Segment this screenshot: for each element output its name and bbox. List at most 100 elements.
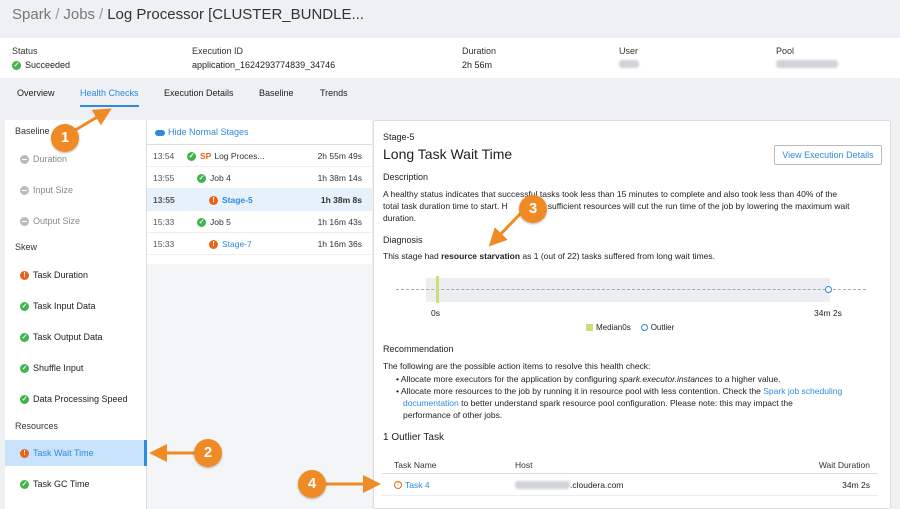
check-task-input-data[interactable]: ✓ Task Input Data	[5, 293, 147, 319]
rec-part: Allocate more executors for the applicat…	[400, 374, 620, 384]
disabled-icon	[20, 154, 29, 164]
user-value-redacted	[619, 60, 639, 68]
row-name: Job 4	[210, 173, 231, 183]
row-duration: 1h 38m 14s	[317, 173, 362, 183]
tab-trends[interactable]: Trends	[320, 88, 348, 98]
outlier-table-header: Task Name Host Wait Duration	[382, 454, 878, 474]
col-host: Host	[515, 460, 533, 470]
outlier-marker[interactable]	[825, 286, 832, 293]
wait-duration-cell: 34m 2s	[842, 480, 870, 490]
warning-icon: !	[20, 448, 29, 458]
scheduling-docs-link[interactable]: documentation	[403, 398, 459, 408]
check-icon: ✓	[12, 60, 21, 70]
check-input-size[interactable]: Input Size	[5, 177, 147, 203]
recommendation-item: • Allocate more resources to the job by …	[396, 386, 843, 396]
spark-badge: SP	[200, 151, 212, 161]
active-tab-indicator	[80, 105, 139, 107]
row-time: 13:55	[153, 173, 175, 183]
recommendation-heading: Recommendation	[383, 344, 454, 354]
baseline-heading: Baseline	[15, 126, 50, 136]
row-time: 13:55	[153, 195, 175, 205]
check-duration[interactable]: Duration	[5, 146, 147, 172]
description-line: total task duration time to start. H suff…	[383, 200, 883, 212]
outlier-legend-swatch	[640, 324, 648, 331]
task-link[interactable]: Task 4	[405, 480, 430, 490]
row-duration: 1h 38m 8s	[320, 195, 362, 205]
check-shuffle-input[interactable]: ✓ Shuffle Input	[5, 355, 147, 381]
diagnosis-part: This stage had	[383, 251, 442, 261]
check-label: Task Wait Time	[33, 448, 94, 458]
config-name: spark.executor.instances	[619, 374, 713, 384]
duration-field: Duration 2h 56m	[462, 46, 496, 70]
check-task-gc-time[interactable]: ✓ Task GC Time	[5, 471, 147, 497]
tab-health-checks[interactable]: Health Checks	[80, 88, 139, 98]
callout-4: 4	[298, 470, 326, 498]
axis-min-label: 0s	[431, 308, 440, 318]
toggle-label: Hide Normal Stages	[168, 127, 249, 137]
user-label: User	[619, 46, 639, 56]
check-label: Output Size	[33, 216, 81, 226]
check-label: Shuffle Input	[33, 363, 84, 373]
stage-name: Stage-5	[383, 132, 415, 142]
alert-outline-icon: !	[394, 481, 402, 489]
check-icon: ✓	[197, 173, 206, 183]
tree-row-stage-5[interactable]: 13:55 ! Stage-5 1h 38m 8s	[147, 189, 372, 211]
job-summary: Status ✓ Succeeded Execution ID applicati…	[0, 38, 900, 78]
callout-3: 3	[519, 195, 547, 223]
stage-tree: 13:54 ✓ SP Log Proces... 2h 55m 49s 13:55 …	[147, 144, 372, 264]
diagnosis-emphasis: resource starvation	[441, 251, 521, 261]
check-icon: ✓	[20, 479, 29, 489]
tab-execution-details[interactable]: Execution Details	[164, 88, 234, 98]
scheduling-docs-link[interactable]: Spark job scheduling	[763, 386, 842, 396]
detail-title: Long Task Wait Time	[383, 146, 513, 162]
view-execution-details-button[interactable]: View Execution Details	[774, 145, 882, 165]
tab-baseline[interactable]: Baseline	[259, 88, 294, 98]
check-icon: ✓	[197, 217, 206, 227]
check-data-processing-speed[interactable]: ✓ Data Processing Speed	[5, 386, 147, 412]
description-text: A healthy status indicates that successf…	[383, 188, 883, 224]
tree-row-stage-7[interactable]: 15:33 ! Stage-7 1h 16m 36s	[147, 233, 372, 255]
tree-row-job-5[interactable]: 15:33 ✓ Job 5 1h 16m 43s	[147, 211, 372, 233]
row-name: Stage-7	[222, 239, 252, 249]
check-icon: ✓	[20, 363, 29, 373]
tree-row-application[interactable]: 13:54 ✓ SP Log Proces... 2h 55m 49s	[147, 145, 372, 167]
table-row: ! Task 4 .cloudera.com 34m 2s	[382, 474, 878, 496]
median-marker	[436, 276, 439, 303]
user-field: User	[619, 46, 639, 68]
warning-icon: !	[209, 195, 218, 205]
outlier-heading: 1 Outlier Task	[383, 432, 444, 443]
disabled-icon	[20, 216, 29, 226]
diagnosis-heading: Diagnosis	[383, 235, 423, 245]
warning-icon: !	[209, 239, 218, 249]
description-part: total task duration time to start. H	[383, 201, 508, 211]
check-task-duration[interactable]: ! Task Duration	[5, 262, 147, 288]
tree-row-job-4[interactable]: 13:55 ✓ Job 4 1h 38m 14s	[147, 167, 372, 189]
breadcrumb-current: Log Processor [CLUSTER_BUNDLE...	[107, 6, 364, 23]
check-label: Input Size	[33, 185, 74, 195]
col-wait-duration: Wait Duration	[818, 460, 870, 470]
diagnosis-part: as 1 (out of 22) tasks suffered from lon…	[520, 251, 715, 261]
callout-2: 2	[194, 439, 222, 467]
check-task-wait-time[interactable]: ! Task Wait Time	[5, 440, 147, 466]
breadcrumb-jobs[interactable]: Jobs	[63, 6, 95, 23]
description-line: duration.	[383, 213, 417, 223]
breadcrumb-spark[interactable]: Spark	[12, 6, 51, 23]
duration-label: Duration	[462, 46, 497, 56]
callout-1: 1	[51, 124, 79, 152]
execution-id-field: Execution ID application_1624293774839_3…	[192, 46, 335, 70]
description-part: sufficient resources will cut the run ti…	[547, 201, 850, 211]
row-time: 13:54	[153, 151, 175, 161]
tab-overview[interactable]: Overview	[17, 88, 55, 98]
hide-normal-stages-toggle[interactable]: Hide Normal Stages	[147, 120, 372, 144]
row-name: Stage-5	[222, 195, 253, 205]
check-task-output-data[interactable]: ✓ Task Output Data	[5, 324, 147, 350]
check-output-size[interactable]: Output Size	[5, 208, 147, 234]
status-field: Status ✓ Succeeded	[12, 46, 70, 70]
row-duration: 2h 55m 49s	[317, 151, 362, 161]
recommendation-intro: The following are the possible action it…	[383, 361, 651, 371]
row-duration: 1h 16m 36s	[317, 239, 362, 249]
breadcrumb: Spark / Jobs / Log Processor [CLUSTER_BUNDLE…	[12, 6, 364, 23]
status-value: Succeeded	[25, 60, 71, 70]
axis-max-label: 34m 2s	[814, 308, 842, 318]
toggle-icon	[155, 129, 165, 136]
